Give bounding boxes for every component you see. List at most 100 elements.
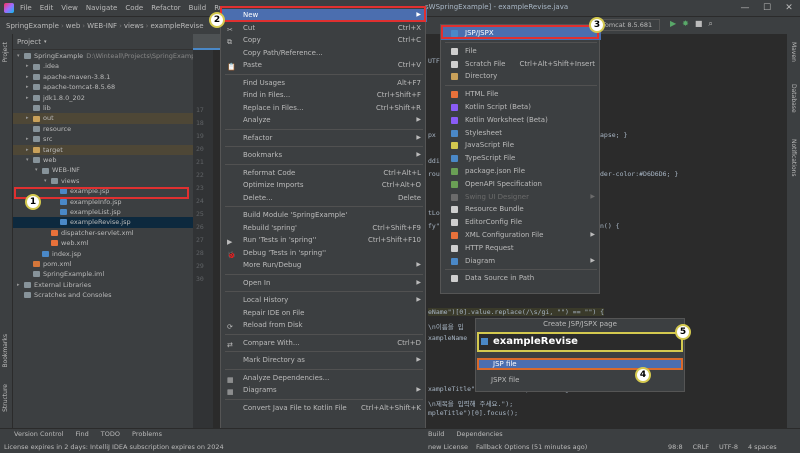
breadcrumb-item[interactable]: SpringExample — [4, 22, 61, 30]
tree-expand-icon[interactable]: ▸ — [17, 280, 24, 290]
minimize-icon[interactable]: — — [734, 0, 756, 16]
tree-item[interactable]: web.xml — [13, 238, 193, 248]
breadcrumb-item[interactable]: WEB-INF — [85, 22, 119, 30]
context-menu-item[interactable]: ✂ Cut Ctrl+X — [221, 22, 427, 35]
bookmarks-tool-tab[interactable]: Bookmarks — [2, 334, 9, 368]
new-submenu-item[interactable]: JavaScript File — [441, 139, 601, 152]
tree-item[interactable]: ▾ web — [13, 155, 193, 165]
new-submenu-item[interactable]: Directory — [441, 70, 601, 83]
context-menu-item[interactable]: Reformat Code Ctrl+Alt+L — [221, 167, 427, 180]
tree-item[interactable]: exampleList.jsp — [13, 207, 193, 217]
filename-input[interactable]: exampleRevise — [477, 332, 683, 352]
debug-icon[interactable]: ✸ — [682, 19, 689, 29]
stop-icon[interactable]: ■ — [695, 19, 703, 29]
context-menu-item[interactable]: Analyze ▶ — [221, 114, 427, 127]
tree-item[interactable]: SpringExample.iml — [13, 269, 193, 279]
project-tool-tab[interactable]: Project — [2, 42, 9, 63]
tree-expand-icon[interactable]: ▸ — [26, 82, 33, 92]
menu-edit[interactable]: Edit — [36, 4, 58, 12]
tree-item[interactable]: lib — [13, 103, 193, 113]
tree-item[interactable]: ▸ apache-tomcat-8.5.68 — [13, 82, 193, 92]
context-menu-item[interactable]: Optimize Imports Ctrl+Alt+O — [221, 179, 427, 192]
project-panel-title[interactable]: Project — [17, 38, 41, 46]
context-menu-item[interactable]: Open In ▶ — [221, 277, 427, 290]
tree-item[interactable]: ▾ views — [13, 176, 193, 186]
context-menu-item[interactable]: Mark Directory as ▶ — [221, 354, 427, 367]
tool-window-button[interactable]: Dependencies — [456, 430, 502, 438]
context-menu-item[interactable]: Local History ▶ — [221, 294, 427, 307]
tool-window-button[interactable]: Version Control — [14, 430, 63, 438]
context-menu-item[interactable]: Rebuild 'spring' Ctrl+Shift+F9 — [221, 222, 427, 235]
new-submenu-item[interactable]: OpenAPI Specification — [441, 178, 601, 191]
new-submenu-item[interactable]: HTTP Request — [441, 242, 601, 255]
new-submenu-item[interactable]: File — [441, 45, 601, 58]
tree-item[interactable]: ▸ apache-maven-3.8.1 — [13, 72, 193, 82]
tree-expand-icon[interactable]: ▾ — [44, 176, 51, 186]
tree-item[interactable]: ▾ SpringExample D:\Winteall\Projects\Sprin… — [13, 51, 195, 61]
tree-item[interactable]: ▸ out — [13, 113, 193, 124]
context-menu-item[interactable]: Find in Files... Ctrl+Shift+F — [221, 89, 427, 102]
new-submenu-item[interactable]: EditorConfig File — [441, 216, 601, 229]
context-menu-item[interactable]: ⟳ Reload from Disk — [221, 319, 427, 332]
dialog-option-jsp[interactable]: JSP file — [477, 358, 683, 370]
tree-expand-icon[interactable]: ▸ — [26, 113, 33, 123]
tree-expand-icon[interactable]: ▸ — [26, 72, 33, 82]
context-menu-item[interactable]: Delete... Delete — [221, 192, 427, 205]
tree-item[interactable]: ▸ jdk1.8.0_202 — [13, 93, 193, 103]
tool-window-button[interactable]: Find — [75, 430, 88, 438]
tool-window-button[interactable]: Build — [428, 430, 444, 438]
tree-expand-icon[interactable]: ▾ — [26, 155, 33, 165]
run-configuration-select[interactable]: Tomcat 8.5.681 — [598, 19, 660, 31]
close-icon[interactable]: ✕ — [778, 0, 800, 16]
tree-expand-icon[interactable]: ▸ — [26, 145, 33, 155]
menu-view[interactable]: View — [57, 4, 82, 12]
new-submenu-item[interactable]: Kotlin Script (Beta) — [441, 101, 601, 114]
breadcrumb-item[interactable]: web — [64, 22, 82, 30]
maven-tool-tab[interactable]: Maven — [790, 42, 797, 62]
tree-item[interactable]: ▸ target — [13, 144, 193, 155]
status-widget[interactable]: CRLF — [693, 443, 709, 451]
status-widget[interactable]: 98:8 — [668, 443, 683, 451]
context-menu-item[interactable]: Bookmarks ▶ — [221, 149, 427, 162]
tree-expand-icon[interactable]: ▾ — [35, 165, 42, 175]
tree-item[interactable]: exampleRevise.jsp — [13, 217, 193, 228]
tool-window-button[interactable]: Problems — [132, 430, 162, 438]
tree-expand-icon[interactable]: ▸ — [26, 93, 33, 103]
tree-expand-icon[interactable]: ▸ — [26, 61, 33, 71]
new-submenu-item[interactable]: Data Source in Path — [441, 272, 601, 285]
context-menu-item[interactable]: 📋 Paste Ctrl+V — [221, 59, 427, 72]
new-submenu-item[interactable]: package.json File — [441, 165, 601, 178]
tree-item[interactable]: Scratches and Consoles — [13, 290, 193, 300]
new-submenu-item[interactable]: Diagram ▶ — [441, 255, 601, 268]
tree-item[interactable]: resource — [13, 124, 193, 134]
context-menu-item[interactable]: ▦ Analyze Dependencies... — [221, 372, 427, 385]
context-menu-item[interactable]: Find Usages Alt+F7 — [221, 77, 427, 90]
context-menu-item[interactable]: ⧉ Copy Ctrl+C — [221, 34, 427, 47]
context-menu-item[interactable]: ▶ Run 'Tests in 'spring'' Ctrl+Shift+F10 — [221, 234, 427, 247]
menu-build[interactable]: Build — [185, 4, 211, 12]
new-submenu-item[interactable]: TypeScript File — [441, 152, 601, 165]
tree-item[interactable]: ▾ WEB-INF — [13, 165, 193, 175]
editor-tab-active[interactable] — [193, 34, 223, 50]
new-submenu-item[interactable]: HTML File — [441, 88, 601, 101]
notifications-tool-tab[interactable]: Notifications — [790, 139, 797, 177]
structure-tool-tab[interactable]: Structure — [2, 384, 9, 412]
tool-window-button[interactable]: TODO — [101, 430, 120, 438]
tree-item[interactable]: ▸ .idea — [13, 61, 193, 71]
context-menu-item[interactable]: Convert Java File to Kotlin File Ctrl+Alt… — [221, 402, 427, 415]
tree-item[interactable]: ▸ External Libraries — [13, 280, 193, 290]
breadcrumb-item[interactable]: exampleRevise — [148, 22, 205, 30]
menu-code[interactable]: Code — [121, 4, 147, 12]
status-widget[interactable]: 4 spaces — [748, 443, 777, 451]
context-menu-item[interactable]: More Run/Debug ▶ — [221, 259, 427, 272]
status-widget[interactable]: UTF-8 — [719, 443, 738, 451]
tree-item[interactable]: index.jsp — [13, 249, 193, 259]
context-menu-item[interactable]: Repair IDE on File — [221, 307, 427, 320]
maximize-icon[interactable]: ☐ — [756, 0, 778, 16]
chevron-down-icon[interactable]: ▾ — [44, 39, 47, 45]
menu-navigate[interactable]: Navigate — [82, 4, 121, 12]
menu-refactor[interactable]: Refactor — [147, 4, 184, 12]
context-menu-item[interactable]: Refactor ▶ — [221, 132, 427, 145]
status-text[interactable]: Fallback Options (51 minutes ago) — [476, 443, 587, 451]
new-submenu-item[interactable]: Stylesheet — [441, 127, 601, 140]
